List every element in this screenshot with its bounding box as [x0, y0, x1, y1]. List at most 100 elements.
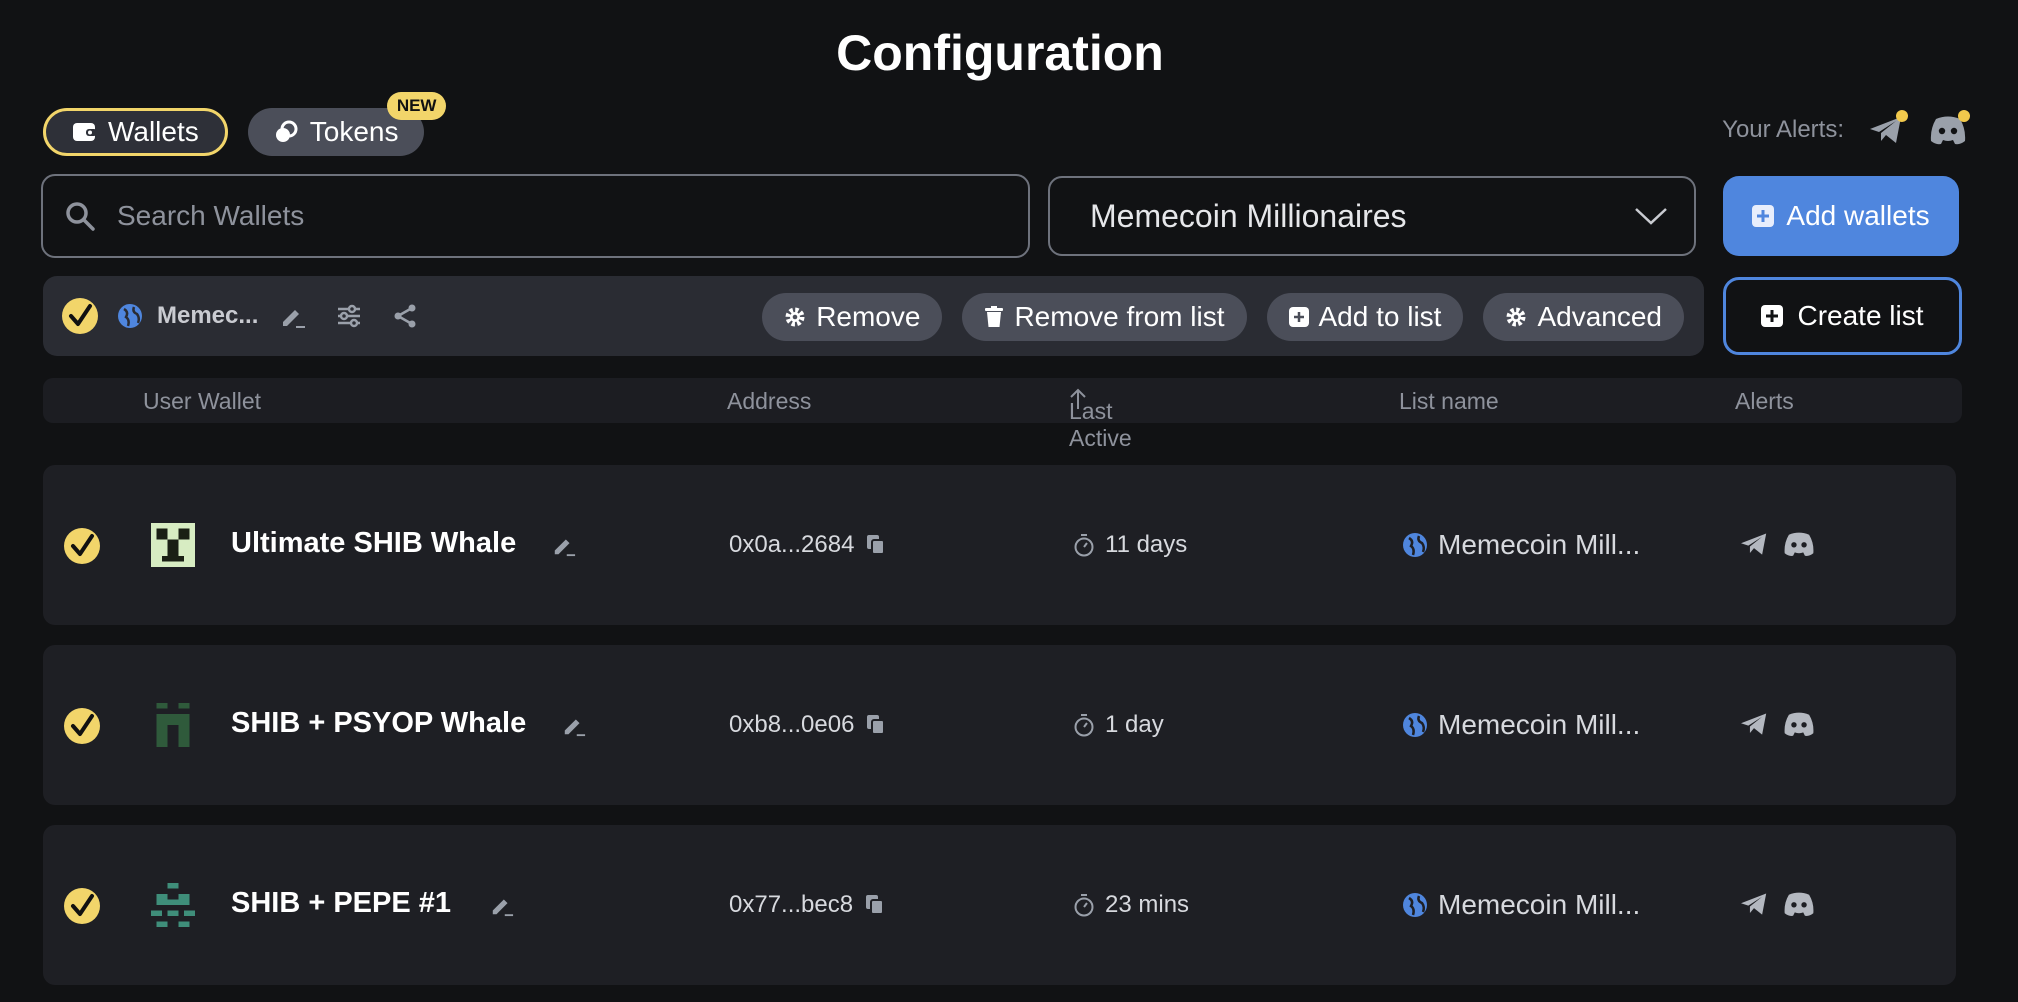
- wallet-name: SHIB + PEPE #1: [231, 887, 452, 919]
- copy-icon[interactable]: [866, 714, 886, 736]
- row-alerts: [1739, 711, 1815, 737]
- table-header: User Wallet Address Last Active List nam…: [43, 378, 1962, 451]
- wallet-name: SHIB + PSYOP Whale: [231, 707, 527, 739]
- list-cell: Memecoin Mill...: [1402, 709, 1640, 741]
- edit-icon[interactable]: [280, 303, 306, 329]
- row-checkbox[interactable]: [63, 527, 101, 565]
- last-active: 11 days: [1073, 531, 1187, 559]
- add-to-list-button[interactable]: Add to list: [1266, 293, 1464, 341]
- telegram-icon[interactable]: [1739, 891, 1769, 917]
- globe-icon: [1403, 713, 1427, 737]
- address-text: 0x77...bec8: [729, 891, 854, 918]
- tab-wallets[interactable]: Wallets: [43, 108, 228, 156]
- edit-icon[interactable]: [562, 713, 586, 737]
- search-icon: [66, 202, 95, 231]
- last-active: 1 day: [1073, 711, 1164, 739]
- list-cell: Memecoin Mill...: [1402, 889, 1640, 921]
- row-checkbox[interactable]: [63, 707, 101, 745]
- advanced-button[interactable]: Advanced: [1483, 293, 1684, 341]
- globe-icon: [1403, 533, 1427, 557]
- row-alerts: [1739, 531, 1815, 557]
- row-checkbox[interactable]: [63, 887, 101, 925]
- globe-icon: [118, 304, 142, 328]
- avatar: [151, 703, 195, 747]
- page-title: Configuration: [836, 25, 1164, 81]
- header-list-name[interactable]: List name: [1399, 388, 1499, 415]
- add-wallets-button[interactable]: Add wallets: [1723, 176, 1959, 256]
- share-icon[interactable]: [392, 303, 418, 329]
- stopwatch-icon: [1074, 894, 1094, 917]
- last-active-text: 23 mins: [1105, 891, 1190, 918]
- copy-icon[interactable]: [866, 534, 886, 556]
- wallet-icon: [73, 123, 97, 141]
- wallet-address: 0x0a...2684: [729, 531, 886, 559]
- alert-dot: [1896, 110, 1908, 122]
- list-select[interactable]: Memecoin Millionaires: [1048, 176, 1696, 256]
- list-cell: Memecoin Mill...: [1402, 529, 1640, 561]
- trash-icon: [985, 306, 1004, 327]
- add-to-list-label: Add to list: [1318, 301, 1442, 332]
- wallet-address: 0x77...bec8: [729, 891, 885, 919]
- search-box: [41, 174, 1030, 258]
- globe-icon: [1403, 893, 1427, 917]
- your-alerts: Your Alerts:: [1722, 110, 1970, 148]
- discord-icon[interactable]: [1783, 531, 1815, 557]
- discord-icon[interactable]: [1783, 891, 1815, 917]
- new-badge: NEW: [386, 92, 447, 120]
- tab-tokens-label: Tokens: [309, 116, 399, 147]
- toolbar-list: Memec...: [117, 302, 258, 330]
- address-text: 0xb8...0e06: [729, 711, 855, 738]
- last-active: 23 mins: [1073, 891, 1189, 919]
- edit-icon[interactable]: [490, 893, 514, 917]
- add-wallets-label: Add wallets: [1786, 200, 1930, 231]
- header-last-active[interactable]: Last Active: [1069, 388, 1132, 451]
- last-active-text: 11 days: [1105, 531, 1188, 558]
- discord-alert-button[interactable]: [1928, 110, 1970, 148]
- toolbar-actions: Remove Remove from list Add to list Adva…: [762, 293, 1684, 341]
- search-input[interactable]: [117, 200, 977, 232]
- telegram-icon[interactable]: [1739, 711, 1769, 737]
- avatar: [151, 883, 195, 927]
- tab-wallets-label: Wallets: [108, 116, 199, 147]
- header-user-wallet[interactable]: User Wallet: [143, 388, 261, 415]
- toolbar-list-name: Memec...: [157, 302, 259, 329]
- plus-square-icon: [1288, 307, 1309, 327]
- table-row[interactable]: Ultimate SHIB Whale 0x0a...2684 11 days …: [43, 465, 1956, 625]
- remove-from-list-button[interactable]: Remove from list: [962, 293, 1247, 341]
- table-row[interactable]: SHIB + PSYOP Whale 0xb8...0e06 1 day Mem…: [43, 645, 1956, 805]
- stopwatch-icon: [1074, 534, 1094, 557]
- row-alerts: [1739, 891, 1815, 917]
- header-address[interactable]: Address: [727, 388, 811, 415]
- coins-icon: [275, 120, 298, 142]
- telegram-icon[interactable]: [1739, 531, 1769, 557]
- plus-square-icon: [1752, 205, 1775, 227]
- telegram-alert-button[interactable]: [1866, 110, 1908, 148]
- header-last-active-label: Last Active: [1069, 398, 1132, 451]
- list-select-value: Memecoin Millionaires: [1090, 197, 1407, 234]
- list-name-text: Memecoin Mill...: [1438, 889, 1641, 920]
- alerts-label: Your Alerts:: [1722, 116, 1844, 143]
- copy-icon[interactable]: [865, 894, 885, 916]
- create-list-button[interactable]: Create list: [1723, 277, 1962, 355]
- header-alerts[interactable]: Alerts: [1735, 388, 1794, 415]
- selection-toolbar: Memec... Remove Remove from list Add to …: [43, 276, 1704, 356]
- table-row[interactable]: SHIB + PEPE #1 0x77...bec8 23 mins Memec…: [43, 825, 1956, 985]
- list-name-text: Memecoin Mill...: [1438, 529, 1641, 560]
- advanced-label: Advanced: [1537, 301, 1662, 332]
- select-all-checkbox[interactable]: [61, 297, 99, 335]
- stopwatch-icon: [1074, 714, 1094, 737]
- discord-icon[interactable]: [1783, 711, 1815, 737]
- last-active-text: 1 day: [1105, 711, 1164, 738]
- chevron-down-icon: [1635, 208, 1667, 225]
- wallet-name: Ultimate SHIB Whale: [231, 527, 517, 559]
- alert-dot: [1958, 110, 1970, 122]
- edit-icon[interactable]: [552, 533, 576, 557]
- wallet-address: 0xb8...0e06: [729, 711, 886, 739]
- remove-button[interactable]: Remove: [762, 293, 943, 341]
- address-text: 0x0a...2684: [729, 531, 855, 558]
- sliders-icon[interactable]: [336, 303, 362, 329]
- tab-tokens[interactable]: Tokens NEW: [247, 92, 447, 156]
- plus-square-icon: [1761, 305, 1784, 327]
- toolbar-icons: [280, 303, 418, 329]
- gear-icon: [1506, 307, 1526, 327]
